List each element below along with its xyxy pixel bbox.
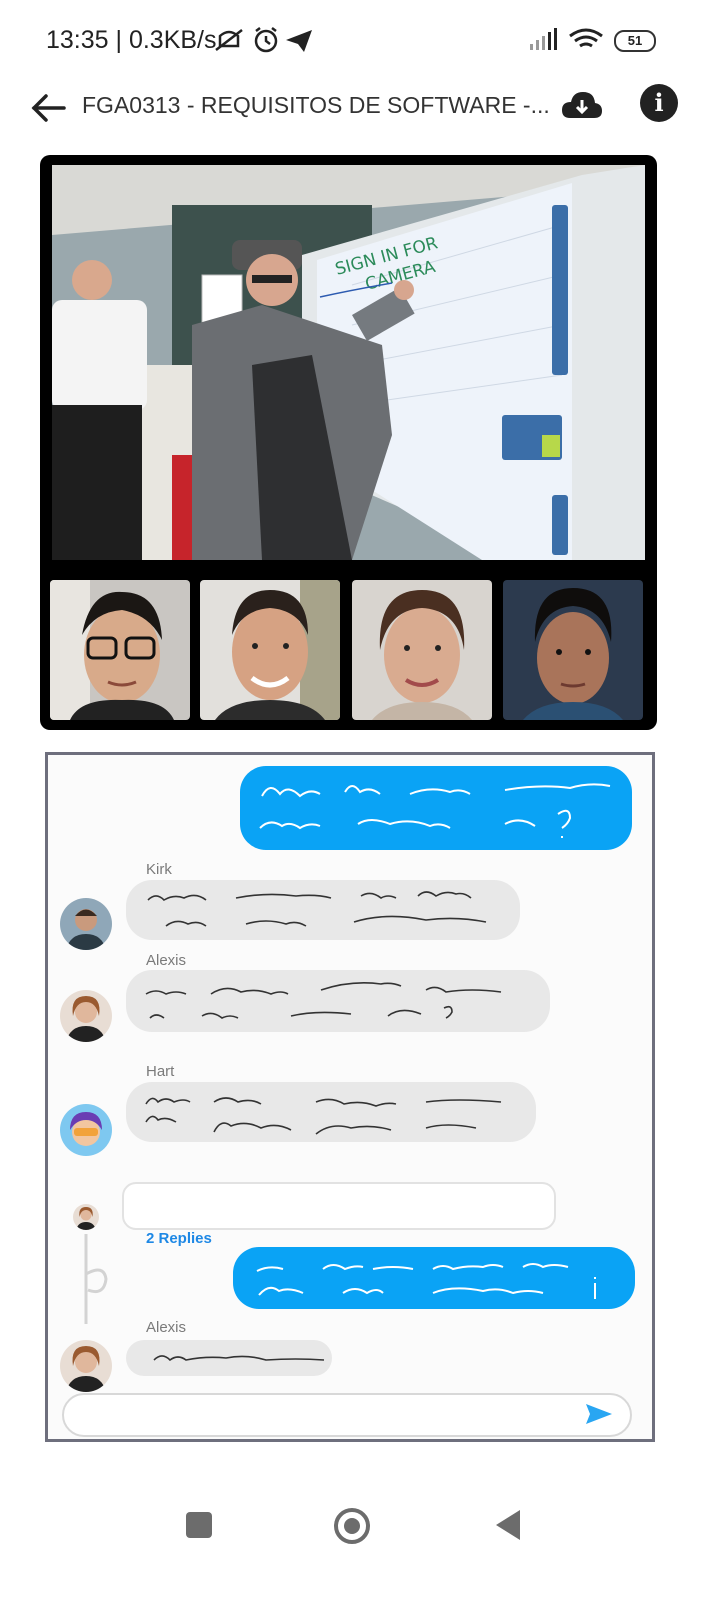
- info-button[interactable]: i: [640, 84, 678, 122]
- send-button[interactable]: [584, 1402, 614, 1426]
- avatar[interactable]: [73, 1204, 99, 1230]
- scribbled-text: [147, 891, 487, 927]
- participant-1-face: [50, 580, 190, 720]
- incoming-message[interactable]: [126, 970, 550, 1032]
- outgoing-message[interactable]: [240, 766, 632, 850]
- scribbled-text: [259, 783, 611, 838]
- sender-name: Kirk: [146, 861, 172, 878]
- download-button[interactable]: [560, 86, 604, 126]
- thread-connector: [84, 1234, 108, 1324]
- home-button[interactable]: [333, 1507, 371, 1545]
- back-button[interactable]: [26, 86, 70, 130]
- participant-thumbnail[interactable]: [50, 580, 190, 720]
- incoming-message[interactable]: [126, 1340, 332, 1376]
- scribbled-text: [153, 1355, 325, 1362]
- participant-3-face: [352, 580, 492, 720]
- cloud-download-icon: [562, 92, 602, 118]
- wifi-icon: [569, 28, 603, 48]
- incoming-message[interactable]: [126, 880, 520, 940]
- status-bar: 13:35 | 0.3KB/s 51: [0, 0, 720, 80]
- status-right-icons: [530, 28, 603, 50]
- avatar[interactable]: [60, 1104, 112, 1156]
- status-left-icons: [215, 27, 312, 53]
- scribbled-text: [145, 1097, 502, 1135]
- mute-icon: [215, 29, 243, 51]
- send-icon: [586, 1404, 612, 1424]
- thread-replies-link[interactable]: 2 Replies: [146, 1230, 212, 1247]
- participant-thumbnail[interactable]: [352, 580, 492, 720]
- participant-thumbnail[interactable]: [200, 580, 340, 720]
- thread-root-message[interactable]: [122, 1182, 556, 1230]
- back-nav-button[interactable]: [494, 1508, 522, 1542]
- sender-name: Alexis: [146, 952, 187, 969]
- scribbled-text: [256, 1263, 596, 1299]
- scribbled-text: [145, 982, 502, 1019]
- status-time-speed: 13:35 | 0.3KB/s: [46, 26, 217, 54]
- participant-thumbnail[interactable]: [503, 580, 643, 720]
- main-video-feed[interactable]: SIGN IN FOR CAMERA: [52, 165, 645, 560]
- participant-4-face: [503, 580, 643, 720]
- incoming-message[interactable]: [126, 1082, 536, 1142]
- recent-apps-button[interactable]: [186, 1512, 212, 1538]
- alarm-icon: [254, 27, 278, 53]
- page-title: FGA0313 - REQUISITOS DE SOFTWARE -...: [82, 92, 550, 118]
- whiteboard-scene: SIGN IN FOR CAMERA: [52, 165, 645, 560]
- sender-name: Hart: [146, 1063, 175, 1080]
- signal-icon: [530, 28, 557, 50]
- outgoing-message[interactable]: [233, 1247, 635, 1309]
- battery-icon: 51: [614, 30, 656, 52]
- message-input[interactable]: [62, 1393, 632, 1437]
- sender-name: Alexis: [146, 1319, 187, 1336]
- participant-2-face: [200, 580, 340, 720]
- avatar[interactable]: [60, 1340, 112, 1392]
- arrow-left-icon: [31, 94, 66, 122]
- avatar[interactable]: [60, 898, 112, 950]
- avatar[interactable]: [60, 990, 112, 1042]
- telegram-icon: [286, 30, 312, 52]
